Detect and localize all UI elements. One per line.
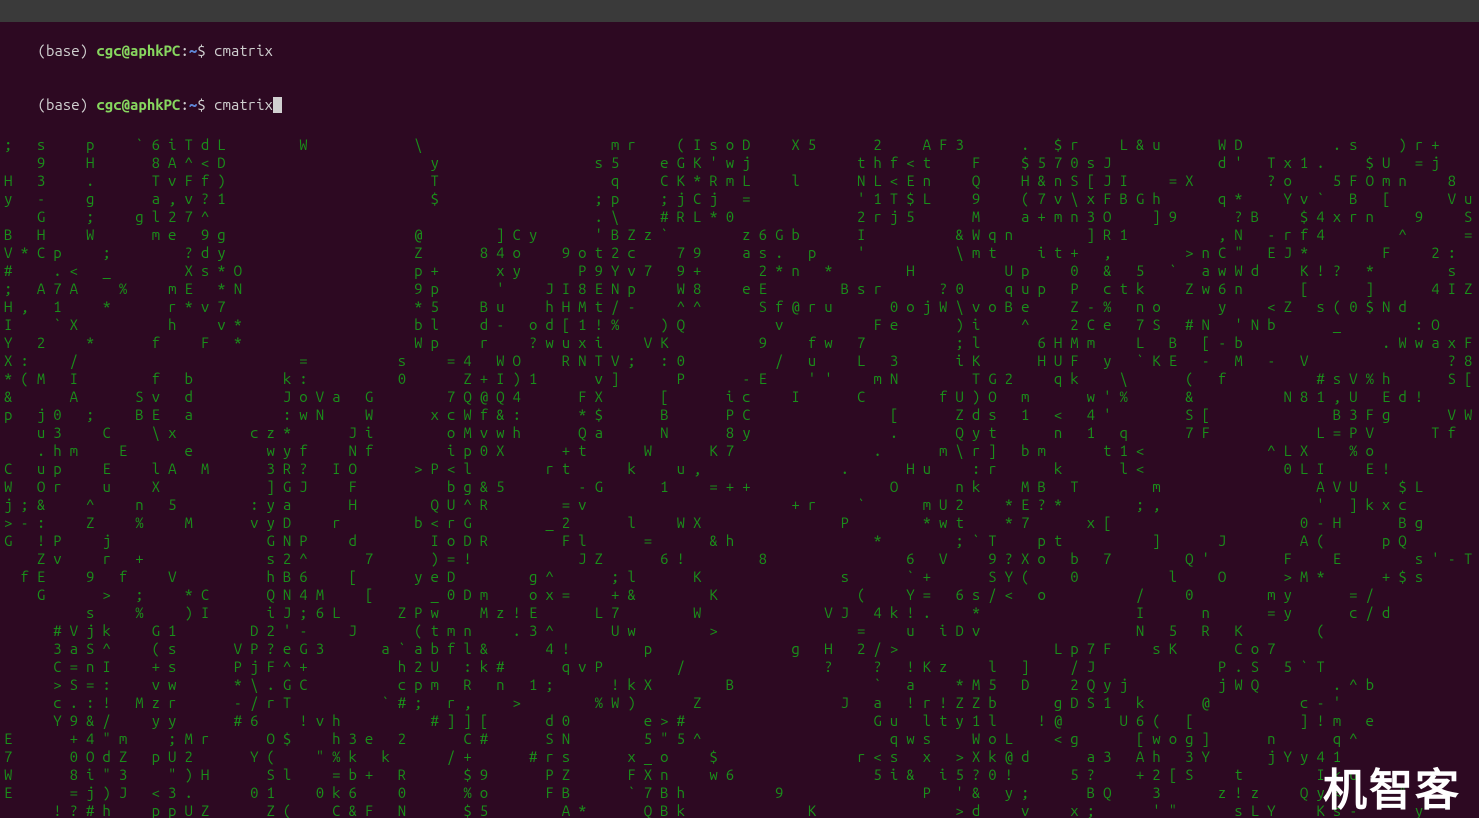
matrix-row: y - g a,v?1 $ ;p ;jCj = '1T$L 9 (7v\xFBG… bbox=[4, 190, 1475, 208]
cwd: ~ bbox=[189, 96, 197, 113]
matrix-row: c.:! Mzr -/rT `#; r, > %W) Z J a !r!ZZb … bbox=[4, 694, 1475, 712]
matrix-row: 9 H 8A^<D y s5 eGK'wj thf<t F $570sJ d' … bbox=[4, 154, 1475, 172]
matrix-row: >S=: vw *\.GC cpm R n 1; !kX B ` a *M5 D… bbox=[4, 676, 1475, 694]
command-text: cmatrix bbox=[214, 42, 273, 59]
matrix-row: u3 C \x cz* Ji oMvwh Qa N 8y . Qyt n 1 q… bbox=[4, 424, 1475, 442]
prompt-sigil: $ bbox=[197, 42, 214, 59]
matrix-row: C up E lA M 3R? IO >P<l rt k u, . Hu :r … bbox=[4, 460, 1475, 478]
matrix-row: j;& ^ n 5 :ya H QU^R =v +r ` mU2 *E?* ;,… bbox=[4, 496, 1475, 514]
matrix-row: Y 2 * f F * Wp r ?wuxi VK 9 fw 7 ;l 6HMm… bbox=[4, 334, 1475, 352]
matrix-row: >-: Z % M vyD r b<rG _2 l WX P *wt *7 x[… bbox=[4, 514, 1475, 532]
matrix-row: H 3 . TvFf) T q CK*RmL l NL<En Q H&nS[JI… bbox=[4, 172, 1475, 190]
matrix-row: Y9&/ yy #6 !vh #]][ d0 e># Gu lty1l !@ U… bbox=[4, 712, 1475, 730]
prompt-sigil: $ bbox=[197, 96, 214, 113]
matrix-row: ; A7A % mE *N 9p ' JI8ENp W8 eE Bsr ?0 q… bbox=[4, 280, 1475, 298]
matrix-row: V*Cp ; ?dy Z 84o 9ot2c 79 as. p ' \mt it… bbox=[4, 244, 1475, 262]
path-separator: : bbox=[180, 42, 188, 59]
matrix-row: G !P j GNP d IoDR Fl = &h * ;`T pt ] J A… bbox=[4, 532, 1475, 550]
prompt-line-1: (base) cgc@aphkPC:~$ cmatrix bbox=[4, 24, 1475, 78]
terminal-viewport[interactable]: (base) cgc@aphkPC:~$ cmatrix (base) cgc@… bbox=[0, 22, 1479, 818]
watermark-text: 机智客 bbox=[1323, 782, 1461, 800]
matrix-row: E =j)J <3. 01 0k6 0 %o FB `7Bh 9 P '& y;… bbox=[4, 784, 1475, 802]
matrix-row: p j0 ; BE a :wN W xcWf&: *$ B PC [ Zds 1… bbox=[4, 406, 1475, 424]
matrix-row: # .< _ Xs*O p+ xy P9Yv7 9+ 2*n * H Up 0 … bbox=[4, 262, 1475, 280]
matrix-row: s % )I iJ;6L ZPw Mz!E L7 W VJ 4k!. * I n… bbox=[4, 604, 1475, 622]
terminal-cursor bbox=[273, 97, 282, 113]
user-host: cgc@aphkPC bbox=[96, 42, 180, 59]
matrix-row: fE 9 f V hB6 [ yeD g^ ;l K s `+ SY( 0 l … bbox=[4, 568, 1475, 586]
window-titlebar bbox=[0, 0, 1479, 22]
matrix-row: #Vjk G1 D2'- J (tmn .3^ Uw > = u iDv N 5… bbox=[4, 622, 1475, 640]
matrix-row: C=nI +s PjF^+ h2U :k# qvP / ? ? !Kz l ] … bbox=[4, 658, 1475, 676]
matrix-row: H, 1 * r*v7 *5 Bu hHMt/- ^^ Sf@ru 0ojW\v… bbox=[4, 298, 1475, 316]
matrix-row: E +4"m ;Mr O$ h3e 2 C# SN 5"5^ qws WoL <… bbox=[4, 730, 1475, 748]
cmatrix-output: ; s p `6iTdL W \ mr (IsoD X5 2 AF3 . $r … bbox=[4, 136, 1475, 818]
command-text: cmatrix bbox=[214, 96, 273, 113]
matrix-row: I `X h v* bl d- od[1!% )Q v Fe )i ^ 2Ce … bbox=[4, 316, 1475, 334]
matrix-row: ; s p `6iTdL W \ mr (IsoD X5 2 AF3 . $r … bbox=[4, 136, 1475, 154]
matrix-row: B H W me 9g @ ]Cy 'BZz` z6Gb I &Wqn ]R1 … bbox=[4, 226, 1475, 244]
env-prefix: (base) bbox=[38, 96, 97, 113]
matrix-row: .hm E e wyf Nf ip0X +t W K7 . m\r] bm t1… bbox=[4, 442, 1475, 460]
env-prefix: (base) bbox=[38, 42, 97, 59]
matrix-row: 7 0OdZ pU2 Y( "%k k /+ #rs x_o $ r<s x >… bbox=[4, 748, 1475, 766]
prompt-line-2: (base) cgc@aphkPC:~$ cmatrix bbox=[4, 78, 1475, 132]
matrix-row: & A Sv d JoVa G 7Q@Q4 FX [ ic I C fU)O m… bbox=[4, 388, 1475, 406]
matrix-row: G ; gl27^ .\ #RL*0 2rj5 M a+mn3O ]9 ?B $… bbox=[4, 208, 1475, 226]
matrix-row: W 8i"3 ")H Sl =b+ R $9 PZ FXn w6 5i& i5?… bbox=[4, 766, 1475, 784]
matrix-row: *(M I f b k: 0 Z+I)1 v] P -E '' mN TG2 q… bbox=[4, 370, 1475, 388]
matrix-row: W Or u X ]GJ F bg&5 -G 1 =++ O nk MB T m… bbox=[4, 478, 1475, 496]
path-separator: : bbox=[180, 96, 188, 113]
matrix-row: Zv r + s2^ 7 )=! JZ 6! 8 6 V 9?Xo b 7 Q'… bbox=[4, 550, 1475, 568]
user-host: cgc@aphkPC bbox=[96, 96, 180, 113]
matrix-row: X: / = s =4 WO RNTV; :0 / u L 3 iK HUF y… bbox=[4, 352, 1475, 370]
matrix-row: !?#h ppUZ Z( C&F N $5 A* QBk K >d v x; '… bbox=[4, 802, 1475, 818]
cwd: ~ bbox=[189, 42, 197, 59]
matrix-row: 3aS^ (s VP?eG3 a`abfl& 4! p g H 2/> Lp7F… bbox=[4, 640, 1475, 658]
matrix-row: G > ; *C QN4M [ _0Dm ox= +& K ( Y= 6s/< … bbox=[4, 586, 1475, 604]
